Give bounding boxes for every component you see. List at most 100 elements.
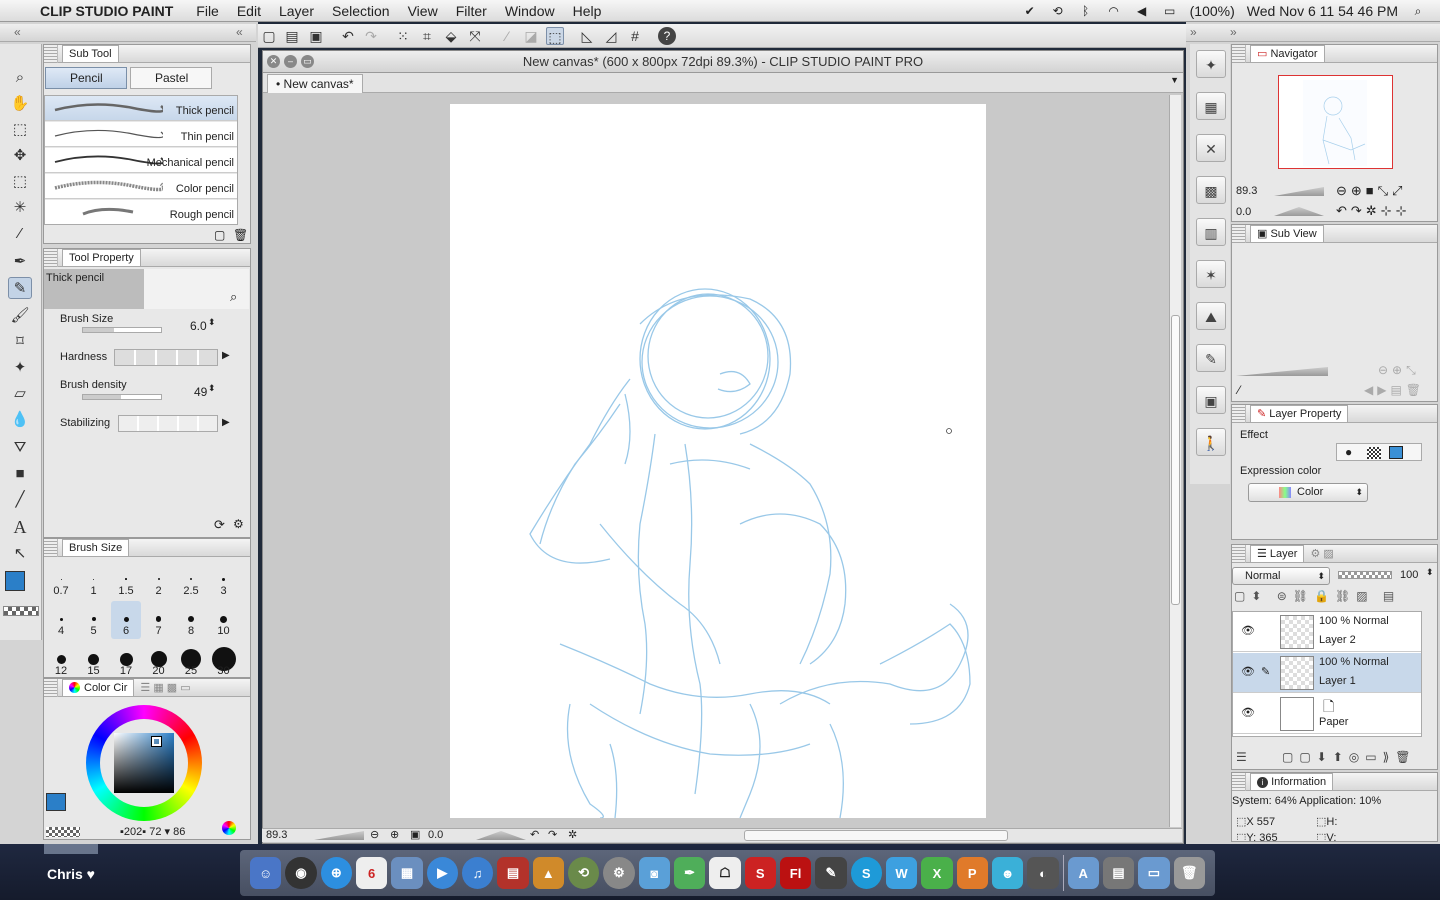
navigator-rotate-value[interactable]: 0.0	[1236, 206, 1251, 218]
opacity-slider[interactable]	[1338, 571, 1392, 579]
status-app-icon[interactable]: ✔	[1022, 4, 1038, 18]
layer-name[interactable]: Paper	[1319, 716, 1348, 728]
eyedropper-icon[interactable]: ⁄	[8, 222, 32, 244]
volume-icon[interactable]: ◀	[1134, 4, 1150, 18]
grip-icon[interactable]	[44, 44, 58, 63]
safari-icon[interactable]: ⊕	[320, 857, 352, 889]
stepper-icon[interactable]: ⬍	[208, 383, 216, 394]
stepper-icon[interactable]: ⬍	[208, 317, 216, 328]
new-subtool-icon[interactable]: ▢	[214, 228, 225, 242]
close-window-icon[interactable]: ✕	[267, 55, 280, 68]
brush-size-option[interactable]: 5	[79, 601, 109, 639]
grip-icon[interactable]	[44, 678, 58, 697]
menu-selection[interactable]: Selection	[323, 3, 399, 19]
excel-icon[interactable]: X	[921, 857, 953, 889]
brush-size-option[interactable]: 20	[144, 641, 174, 679]
itunes-icon[interactable]: ♫	[461, 857, 494, 889]
ruler-icon[interactable]: ◪	[522, 27, 540, 45]
layer-row-layer-2[interactable]: 👁 100 % Normal Layer 2	[1233, 612, 1421, 652]
iphoto-icon[interactable]: ▲	[532, 857, 564, 889]
navigator-zoom-value[interactable]: 89.3	[1236, 185, 1257, 197]
decoration-tool-icon[interactable]: ✦	[8, 356, 32, 378]
current-color-swatch[interactable]	[46, 793, 66, 811]
main-color-swatch[interactable]	[5, 571, 25, 591]
magnify-preview-icon[interactable]: ⌕	[230, 289, 237, 305]
eraser-icon[interactable]: ▱	[8, 382, 32, 404]
pastel-group-tab[interactable]: Pastel	[130, 67, 212, 89]
menu-edit[interactable]: Edit	[228, 3, 270, 19]
brush-size-option[interactable]: 30	[209, 641, 239, 679]
border-effect-icon[interactable]: ●	[1345, 445, 1352, 459]
document-tab[interactable]: • New canvas*	[267, 74, 363, 93]
brush-density-slider[interactable]	[82, 394, 162, 400]
time-machine-icon[interactable]: ⟲	[1050, 4, 1066, 18]
feather-app-icon[interactable]: ✒	[673, 857, 706, 889]
airbrush-icon[interactable]: ⌑	[8, 330, 32, 352]
color-mode-icon[interactable]	[222, 821, 236, 835]
brush-size-option[interactable]: 4	[46, 601, 76, 639]
grip-icon[interactable]	[1232, 773, 1246, 791]
grip-icon[interactable]	[1232, 544, 1246, 563]
color-picker-marker[interactable]	[151, 736, 162, 747]
snap-grid-icon[interactable]: #	[626, 27, 644, 45]
stabilizing-arrow-icon[interactable]: ▶	[222, 417, 230, 428]
layer-row-layer-1[interactable]: 👁 ✎ 100 % Normal Layer 1	[1233, 653, 1421, 693]
stabilizing-selector[interactable]	[118, 415, 218, 432]
material-scene-icon[interactable]: ⛰	[1196, 302, 1226, 330]
delete-subtool-icon[interactable]: 🗑	[233, 228, 248, 242]
brush-size-option[interactable]: 17	[111, 641, 141, 679]
fill-tool-icon[interactable]: ⛛	[8, 436, 32, 458]
rotate-value[interactable]: 0.0	[428, 829, 443, 841]
material-brush-icon[interactable]: ✕	[1196, 134, 1226, 162]
brush-size-option[interactable]: 15	[79, 641, 109, 679]
save-icon[interactable]: ▣	[307, 27, 325, 45]
visibility-eye-icon[interactable]: 👁	[1241, 706, 1255, 719]
material-figure-icon[interactable]: 🚶	[1196, 428, 1226, 456]
object-tool-icon[interactable]: ⬚	[8, 118, 32, 140]
brush-size-slider[interactable]	[82, 327, 162, 333]
facetime-icon[interactable]: ▶	[426, 857, 458, 889]
brush-density-value[interactable]: 49	[194, 385, 207, 399]
photo-booth-icon[interactable]: ▤	[497, 857, 529, 889]
undo-icon[interactable]: ↶	[339, 27, 357, 45]
brush-size-option[interactable]: 2	[144, 561, 174, 599]
collapse-left-icon[interactable]: «	[236, 25, 243, 39]
steam-icon[interactable]: ◐	[1027, 857, 1059, 889]
expand-left-icon[interactable]: «	[14, 25, 21, 39]
brush-size-option[interactable]: 0.7	[46, 561, 76, 599]
vertical-scrollbar[interactable]	[1169, 95, 1181, 827]
reset-rotation-icon[interactable]: ✲	[568, 828, 577, 841]
fill-selection-icon[interactable]: ⬙	[442, 27, 460, 45]
color-set-tab-icon[interactable]: ☰ ▦ ▩ ▭	[140, 681, 190, 694]
camera-icon[interactable]: ◙	[638, 857, 670, 889]
information-tab[interactable]: i Information	[1250, 773, 1334, 790]
effect-buttons[interactable]: ●	[1336, 443, 1422, 461]
snap-ruler-icon[interactable]: ◺	[578, 27, 596, 45]
navigator-zoom-buttons[interactable]: ⊖⊕■⤡⤢	[1336, 183, 1406, 199]
sub-view-zoom-buttons[interactable]: ⊖⊕⤡	[1378, 363, 1420, 378]
menu-window[interactable]: Window	[496, 3, 564, 19]
menu-help[interactable]: Help	[564, 3, 611, 19]
brush-tool-icon[interactable]: 🖌	[8, 304, 32, 326]
zoom-value[interactable]: 89.3	[266, 829, 287, 841]
layer-row-paper[interactable]: 👁 🗋 Paper	[1233, 694, 1421, 734]
sub-view-nav-buttons[interactable]: ◀▶▤🗑	[1364, 383, 1425, 397]
snap-special-ruler-icon[interactable]: ◿	[602, 27, 620, 45]
reset-settings-icon[interactable]: ⟳	[214, 517, 225, 533]
bluetooth-icon[interactable]: ᛒ	[1078, 4, 1094, 18]
layer-name[interactable]: Layer 1	[1319, 675, 1356, 687]
photos-icon[interactable]: ▦	[391, 857, 423, 889]
other-panel-tab-icons[interactable]: ⚙ ▨	[1310, 547, 1333, 560]
visibility-eye-icon[interactable]: 👁	[1241, 665, 1255, 678]
brush-size-option[interactable]: 8	[176, 601, 206, 639]
material-tone-icon[interactable]: ▩	[1196, 176, 1226, 204]
minimize-window-icon[interactable]: –	[284, 55, 297, 68]
calendar-icon[interactable]: 6	[355, 857, 388, 889]
brush-rough-pencil[interactable]: Rough pencil	[45, 200, 237, 224]
applications-folder-icon[interactable]: A	[1067, 857, 1099, 889]
brush-size-option[interactable]: 25	[176, 641, 206, 679]
material-image-icon[interactable]: ▦	[1196, 92, 1226, 120]
messenger-icon[interactable]: ☻	[991, 857, 1024, 889]
transparent-color-swatch[interactable]	[3, 606, 39, 616]
layer-action-buttons[interactable]: ▢▢⬇⬆◎▭⟫🗑	[1282, 750, 1417, 764]
